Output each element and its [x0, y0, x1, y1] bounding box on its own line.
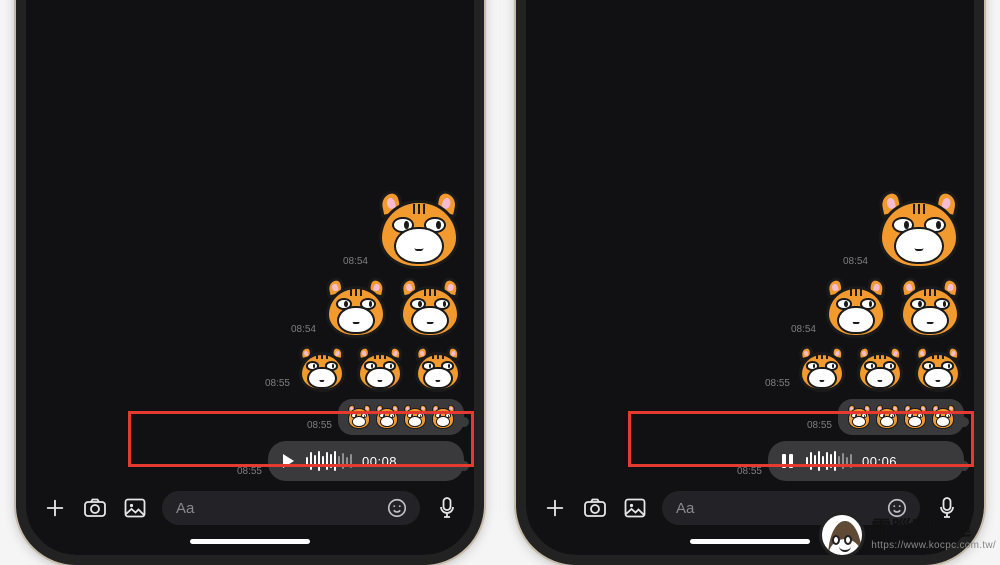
message-row: 08:54 [36, 189, 464, 271]
microphone-icon[interactable] [434, 495, 460, 521]
sticker-group[interactable] [874, 189, 964, 271]
cat-sticker [874, 405, 900, 429]
gallery-icon[interactable] [122, 495, 148, 521]
sticker-group[interactable] [796, 345, 964, 393]
sticker-bubble[interactable] [338, 399, 464, 435]
message-row: 08:55 [36, 345, 464, 393]
phone-right: 08:54 08:54 08:55 [510, 0, 990, 560]
cat-sticker [902, 405, 928, 429]
waveform[interactable] [806, 450, 852, 472]
cat-sticker [346, 405, 372, 429]
message-row: 08:55 [536, 345, 964, 393]
sticker-group[interactable] [374, 189, 464, 271]
voice-message[interactable]: 00:08 [268, 441, 464, 481]
watermark-url: https://www.kocpc.com.tw/ [871, 541, 996, 551]
camera-icon[interactable] [82, 495, 108, 521]
camera-icon[interactable] [582, 495, 608, 521]
cat-sticker[interactable] [854, 345, 906, 393]
timestamp: 08:55 [234, 467, 262, 481]
cat-sticker[interactable] [374, 189, 464, 271]
cat-sticker[interactable] [396, 277, 464, 339]
home-indicator [26, 533, 474, 555]
cat-sticker [846, 405, 872, 429]
timestamp: 08:54 [788, 325, 816, 339]
cat-sticker[interactable] [296, 345, 348, 393]
phone-left: 08:54 08:54 08:55 [10, 0, 490, 560]
timestamp: 08:54 [340, 257, 368, 271]
watermark-title: 電腦王阿達 [871, 519, 996, 539]
cat-sticker[interactable] [912, 345, 964, 393]
cat-sticker[interactable] [874, 189, 964, 271]
message-row: 08:54 [536, 277, 964, 339]
site-watermark: 電腦王阿達 https://www.kocpc.com.tw/ [819, 512, 996, 558]
plus-icon[interactable] [42, 495, 68, 521]
timestamp: 08:55 [762, 379, 790, 393]
chat-area[interactable]: 08:54 08:54 08:55 [526, 0, 974, 483]
cat-sticker[interactable] [896, 277, 964, 339]
cat-sticker [374, 405, 400, 429]
input-bar: Aa [26, 483, 474, 533]
message-input[interactable]: Aa [162, 491, 420, 525]
sticker-bubble[interactable] [838, 399, 964, 435]
pause-icon[interactable] [778, 452, 796, 470]
cat-sticker [930, 405, 956, 429]
cat-sticker [430, 405, 456, 429]
timestamp: 08:55 [262, 379, 290, 393]
message-row: 08:55 [536, 399, 964, 435]
timestamp: 08:55 [304, 421, 332, 435]
chat-screen: 08:54 08:54 08:55 [526, 0, 974, 555]
message-row: 08:55 [36, 399, 464, 435]
plus-icon[interactable] [542, 495, 568, 521]
cat-sticker[interactable] [322, 277, 390, 339]
sticker-group[interactable] [322, 277, 464, 339]
play-icon[interactable] [278, 452, 296, 470]
placeholder: Aa [176, 500, 194, 517]
phone-frame: 08:54 08:54 08:55 [16, 0, 484, 565]
timestamp: 08:55 [804, 421, 832, 435]
cat-sticker[interactable] [412, 345, 464, 393]
emoji-icon[interactable] [384, 495, 410, 521]
duration-label: 00:06 [862, 454, 897, 469]
message-row: 08:54 [536, 189, 964, 271]
gallery-icon[interactable] [622, 495, 648, 521]
duration-label: 00:08 [362, 454, 397, 469]
timestamp: 08:54 [840, 257, 868, 271]
voice-message-row: 08:55 00:08 [36, 441, 464, 481]
phone-frame: 08:54 08:54 08:55 [516, 0, 984, 565]
voice-message[interactable]: 00:06 [768, 441, 964, 481]
cat-sticker[interactable] [822, 277, 890, 339]
message-row: 08:54 [36, 277, 464, 339]
sticker-group[interactable] [822, 277, 964, 339]
chat-screen: 08:54 08:54 08:55 [26, 0, 474, 555]
voice-message-row: 08:55 00:06 [536, 441, 964, 481]
waveform[interactable] [306, 450, 352, 472]
timestamp: 08:54 [288, 325, 316, 339]
watermark-avatar [819, 512, 865, 558]
cat-sticker[interactable] [354, 345, 406, 393]
cat-sticker[interactable] [796, 345, 848, 393]
cat-sticker [402, 405, 428, 429]
chat-area[interactable]: 08:54 08:54 08:55 [26, 0, 474, 483]
placeholder: Aa [676, 500, 694, 517]
timestamp: 08:55 [734, 467, 762, 481]
sticker-group[interactable] [296, 345, 464, 393]
